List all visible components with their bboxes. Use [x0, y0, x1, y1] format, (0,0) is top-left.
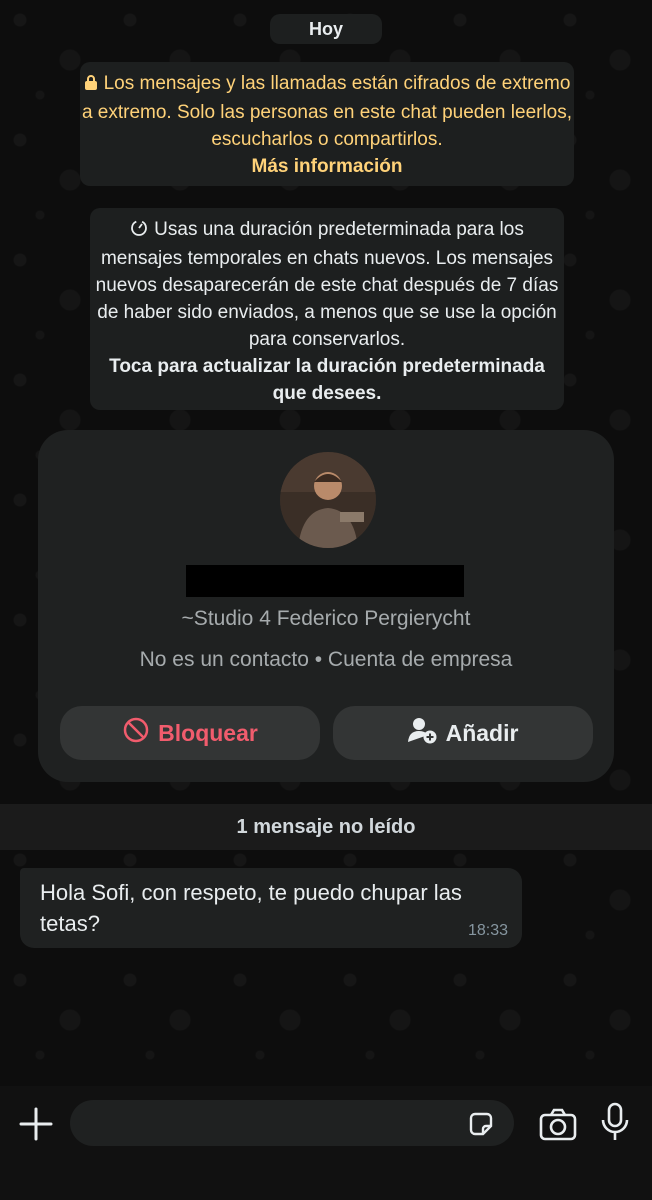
more-info-link[interactable]: Más información	[252, 156, 403, 177]
lock-icon	[84, 72, 98, 99]
date-chip: Hoy	[270, 14, 382, 44]
mic-icon[interactable]	[600, 1102, 630, 1144]
message-input[interactable]	[70, 1100, 514, 1146]
disappearing-messages-notice[interactable]: Usas una duración predeterminada para lo…	[90, 208, 564, 410]
message-composer	[0, 1086, 652, 1200]
add-label: Añadir	[445, 719, 519, 746]
message-time: 18:33	[467, 922, 508, 939]
add-contact-icon	[407, 716, 438, 750]
camera-icon[interactable]	[538, 1106, 578, 1142]
add-contact-button[interactable]: Añadir	[333, 706, 593, 760]
encryption-notice[interactable]: Los mensajes y las llamadas están cifrad…	[80, 62, 574, 186]
disappearing-text: Usas una duración predeterminada para lo…	[95, 219, 559, 350]
encryption-text: Los mensajes y las llamadas están cifrad…	[81, 73, 573, 150]
block-label: Bloquear	[158, 719, 258, 746]
timer-icon	[130, 218, 148, 245]
update-duration-link[interactable]: Toca para actualizar la duración predete…	[109, 356, 545, 404]
contact-push-name: ~Studio 4 Federico Pergierycht	[181, 607, 471, 630]
contact-info-card: ~Studio 4 Federico Pergierycht No es un …	[38, 430, 614, 782]
redacted-name	[186, 565, 464, 597]
contact-meta: No es un contacto • Cuenta de empresa	[139, 648, 513, 671]
sticker-icon[interactable]	[466, 1109, 496, 1139]
plus-icon[interactable]	[16, 1104, 56, 1144]
unread-messages-divider: 1 mensaje no leído	[0, 804, 652, 850]
incoming-message-bubble[interactable]: Hola Sofi, con respeto, te puedo chupar …	[20, 868, 522, 948]
block-icon	[122, 716, 150, 750]
block-button[interactable]: Bloquear	[60, 706, 320, 760]
avatar[interactable]	[280, 452, 376, 548]
message-text: Hola Sofi, con respeto, te puedo chupar …	[40, 880, 462, 936]
